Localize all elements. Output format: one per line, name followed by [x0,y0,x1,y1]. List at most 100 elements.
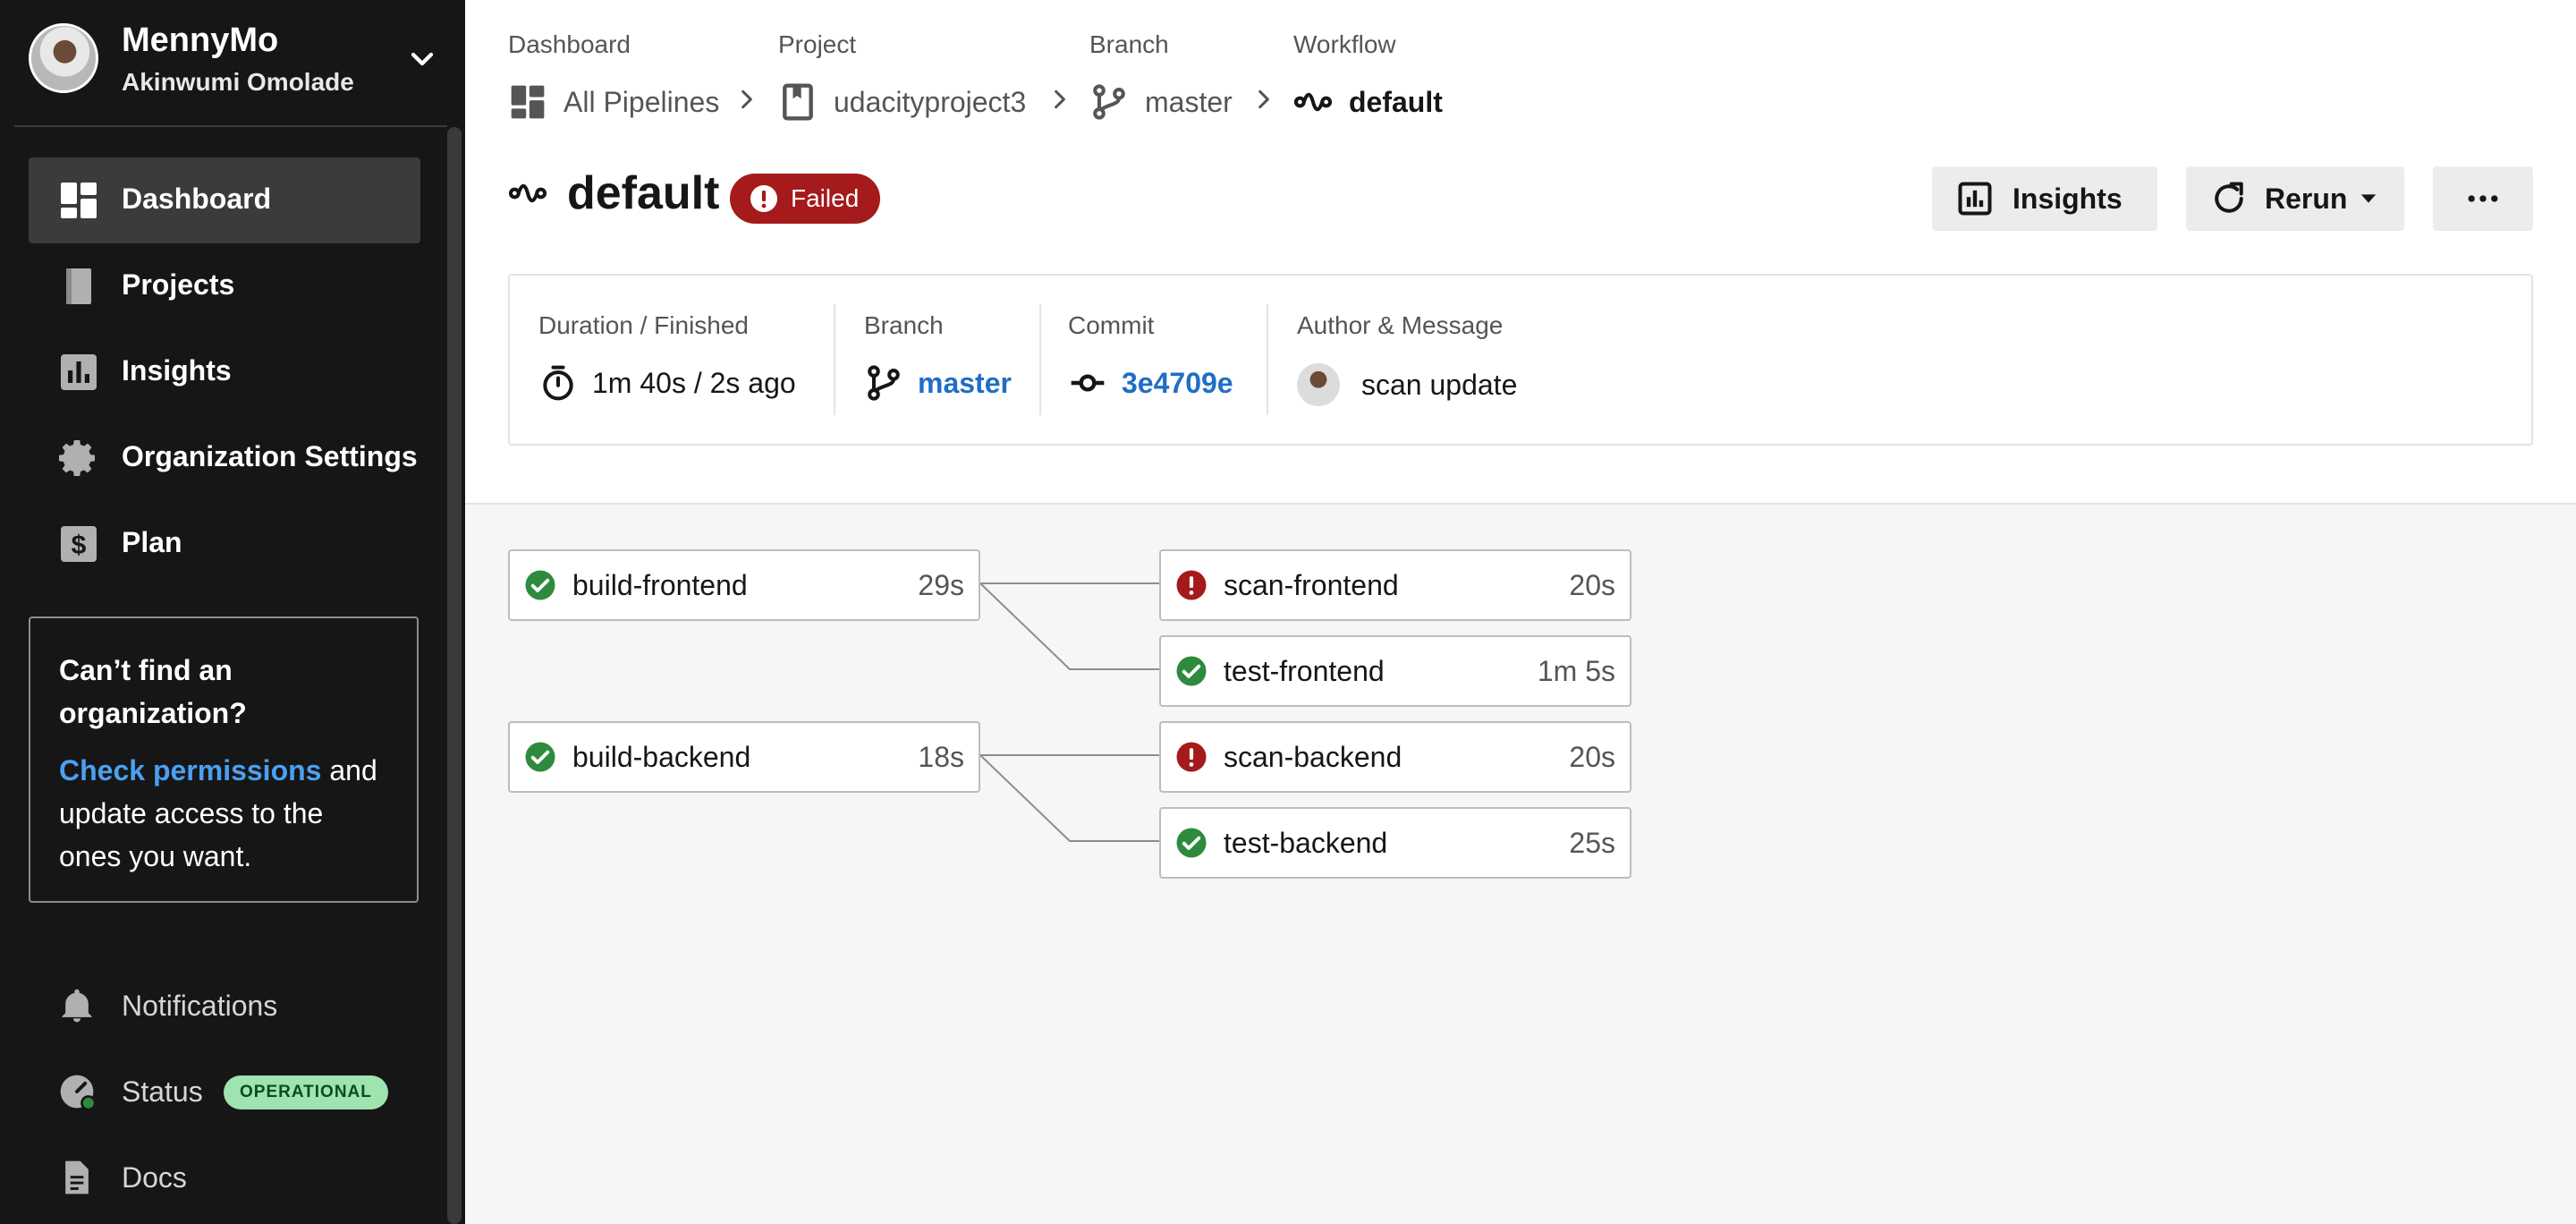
branch-icon [1093,84,1125,120]
commit-message: scan update [1361,368,1518,401]
chevron-right-icon [1055,89,1065,109]
org-switcher[interactable]: MennyMo Akinwumi Omolade [0,0,447,127]
breadcrumb-caption: Project [778,30,857,58]
chevron-right-icon [1258,89,1269,109]
breadcrumb-value: default [1349,85,1443,118]
chevron-down-icon[interactable] [404,41,440,77]
job-duration: 20s [1569,569,1615,601]
timer-icon [543,365,573,401]
plan-icon: $ [61,526,97,562]
breadcrumb-caption: Branch [1089,30,1169,58]
job-name: build-backend [572,741,751,773]
job-duration: 20s [1569,741,1615,773]
insights-button[interactable]: Insights [1932,166,2157,231]
notifications-link[interactable]: Notifications [57,979,326,1033]
job-duration: 1m 5s [1537,655,1615,687]
breadcrumb-caption: Dashboard [508,30,631,58]
status-text: Failed [791,184,860,212]
success-icon [1176,828,1207,858]
job-scan-backend[interactable]: scan-backend 20s [1159,721,1631,793]
insights-button-label: Insights [2012,182,2123,215]
job-name: build-frontend [572,569,748,601]
breadcrumb-workflow[interactable]: Workflow default [1293,30,1443,118]
sidebar: MennyMo Akinwumi Omolade Dashboard Proje… [0,0,465,1224]
breadcrumb-branch[interactable]: Branch master [1089,30,1233,120]
refresh-icon [2215,182,2243,213]
job-name: scan-backend [1224,741,1402,773]
workflow-header: Dashboard All Pipelines Project udacityp… [465,0,2576,505]
divider [834,304,835,415]
rerun-button[interactable]: Rerun [2186,166,2404,231]
commit-caption: Commit [1068,311,1155,339]
job-test-backend[interactable]: test-backend 25s [1159,807,1631,879]
status-label: Status [122,1075,203,1108]
duration-caption: Duration / Finished [538,311,750,339]
error-icon [1176,570,1207,600]
chevron-right-icon [741,89,752,109]
document-icon [65,1160,89,1194]
job-build-backend[interactable]: build-backend 18s [508,721,980,793]
breadcrumb-value: All Pipelines [564,85,720,118]
sidebar-item-plan[interactable]: $ Plan [29,501,420,587]
help-title: Can’t find an organization? [59,654,247,729]
sidebar-divider [14,125,447,127]
branch-link[interactable]: master [918,367,1012,400]
branch-caption: Branch [864,311,944,339]
breadcrumb-value: udacityproject3 [834,85,1027,118]
page-title: default [508,166,719,220]
docs-label: Docs [122,1161,187,1194]
breadcrumb-caption: Workflow [1293,30,1396,58]
help-body: Check permissions and update access to t… [59,749,388,878]
breadcrumb-dashboard[interactable]: Dashboard All Pipelines [508,30,719,119]
success-icon [525,570,555,600]
success-icon [525,742,555,772]
sidebar-scrollbar[interactable] [447,127,462,1224]
sidebar-item-projects[interactable]: Projects [29,243,420,329]
avatar [29,23,98,93]
dashboard-icon [61,183,97,218]
edge-build-frontend-test-frontend [979,582,1159,670]
job-build-frontend[interactable]: build-frontend 29s [508,549,980,621]
status-gauge-icon [60,1075,97,1111]
more-options-button[interactable] [2433,166,2533,231]
dashboard-icon [511,85,545,119]
org-help-box: Can’t find an organization? Check permis… [29,616,419,903]
sidebar-item-insights[interactable]: Insights [29,329,420,415]
status-link[interactable]: Status OPERATIONAL [57,1065,397,1118]
bell-icon [62,989,92,1023]
job-name: test-backend [1224,827,1388,859]
insights-icon [61,354,97,390]
caret-down-icon [2361,194,2377,203]
sidebar-item-label: Projects [122,268,235,301]
sidebar-item-dashboard[interactable]: Dashboard [29,157,420,243]
job-duration: 25s [1569,827,1615,859]
projects-icon [66,268,91,304]
divider [1267,304,1268,415]
job-scan-frontend[interactable]: scan-frontend 20s [1159,549,1631,621]
sidebar-item-label: Insights [122,354,232,387]
divider [1039,304,1041,415]
job-test-frontend[interactable]: test-frontend 1m 5s [1159,635,1631,707]
user-name: Akinwumi Omolade [122,68,354,96]
job-name: scan-frontend [1224,569,1399,601]
job-name: test-frontend [1224,655,1385,687]
sidebar-item-label: Plan [122,526,182,558]
sidebar-item-label: Dashboard [122,183,272,215]
commit-icon [1071,374,1105,392]
job-duration: 18s [918,741,964,773]
insights-icon [1958,182,1992,216]
sidebar-item-organization-settings[interactable]: Organization Settings [29,415,420,501]
breadcrumb-project[interactable]: Project udacityproject3 [778,30,1026,121]
duration-value: 1m 40s / 2s ago [592,366,796,399]
check-permissions-link[interactable]: Check permissions [59,754,321,786]
commit-link[interactable]: 3e4709e [1122,367,1233,400]
more-horizontal-icon [2468,195,2498,202]
notifications-label: Notifications [122,990,278,1022]
gear-icon [59,440,95,476]
status-badge: Failed [730,174,881,224]
docs-link[interactable]: Docs [57,1151,326,1204]
avatar [1297,363,1340,406]
rerun-button-label: Rerun [2265,182,2348,215]
status-badge: OPERATIONAL [224,1075,388,1109]
error-icon [750,185,777,212]
